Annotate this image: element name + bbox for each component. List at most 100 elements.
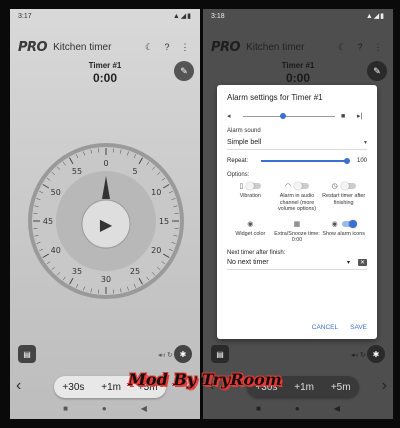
dial-number: 35 bbox=[72, 267, 82, 276]
keyboard-icon: ▦ bbox=[293, 220, 301, 228]
repeat-slider[interactable] bbox=[261, 158, 350, 164]
alarm-sound-value: Simple bell bbox=[227, 139, 262, 146]
stop-icon[interactable]: ■ bbox=[341, 113, 351, 120]
sound-indicator-icons: ◂◃ ↻ bbox=[158, 352, 173, 359]
back-icon[interactable]: ◀ bbox=[334, 404, 340, 413]
option-label: Vibration bbox=[239, 193, 261, 199]
system-nav-bar: ■ ● ◀ bbox=[10, 404, 200, 413]
option-label: Show alarm icons bbox=[322, 230, 365, 237]
alarm-sound-label: Alarm sound bbox=[227, 128, 261, 134]
option-audio-channel[interactable]: ◠ Alarm in audio channel (more volume op… bbox=[274, 181, 321, 213]
status-bar: 3:17 ▲◢▮ bbox=[10, 9, 200, 23]
option-restart-timer[interactable]: ◷ Restart timer after finishing bbox=[320, 181, 367, 213]
status-time: 3:18 bbox=[211, 12, 225, 20]
save-button[interactable]: SAVE bbox=[350, 324, 367, 331]
help-icon[interactable]: ? bbox=[353, 42, 367, 52]
dark-mode-icon[interactable]: ☾ bbox=[142, 42, 156, 53]
timer-list-button[interactable]: ▤ bbox=[18, 345, 36, 363]
dial-number: 55 bbox=[72, 167, 82, 176]
headphones-icon: ◠ bbox=[284, 183, 292, 190]
timer-dial[interactable]: 0 5 10 15 20 25 30 35 40 45 50 55 ▶ bbox=[26, 141, 186, 301]
status-icons: ▲◢▮ bbox=[365, 13, 385, 20]
palette-icon: ◉ bbox=[247, 220, 254, 228]
dial-number: 5 bbox=[132, 167, 137, 176]
chevron-down-icon: ▾ bbox=[346, 259, 350, 266]
dial-number: 0 bbox=[103, 159, 108, 168]
system-nav-bar: ■ ● ◀ bbox=[203, 404, 393, 413]
volume-icon[interactable]: ◂ bbox=[227, 112, 237, 120]
options-label: Options: bbox=[227, 172, 250, 178]
previous-timer-chevron[interactable]: ‹ bbox=[16, 377, 21, 395]
repeat-row: Repeat: 100 bbox=[227, 155, 367, 167]
next-timer-chevron[interactable]: › bbox=[382, 377, 387, 395]
vibration-toggle[interactable] bbox=[246, 182, 262, 190]
status-time: 3:17 bbox=[18, 12, 32, 20]
next-timer-select[interactable]: No next timer ▾ ✕ bbox=[227, 258, 367, 270]
alarm-sound-select[interactable]: Simple bell ▾ bbox=[227, 137, 367, 150]
add-1m-button[interactable]: +1m bbox=[291, 382, 317, 393]
play-icon[interactable]: ▶ bbox=[100, 215, 113, 234]
home-icon[interactable]: ● bbox=[102, 404, 107, 413]
help-icon[interactable]: ? bbox=[160, 42, 174, 52]
dial-number: 10 bbox=[151, 188, 161, 197]
volume-track[interactable] bbox=[243, 112, 335, 119]
more-options-icon[interactable]: ⋮ bbox=[371, 42, 385, 53]
options-grid: ▯ Vibration ◠ Alarm in audio channel (mo… bbox=[227, 181, 367, 244]
toggle-thumb bbox=[348, 219, 357, 228]
next-timer-value: No next timer bbox=[227, 258, 269, 266]
status-icons: ▲◢▮ bbox=[172, 13, 192, 20]
repeat-value: 100 bbox=[356, 158, 367, 164]
dark-mode-icon[interactable]: ☾ bbox=[335, 42, 349, 53]
recents-icon[interactable]: ■ bbox=[63, 404, 68, 413]
pro-logo: PRO bbox=[18, 39, 48, 55]
cancel-button[interactable]: CANCEL bbox=[312, 324, 338, 331]
next-timer-label: Next timer after finish: bbox=[227, 249, 286, 256]
watermark-text: Mod By TryRoom bbox=[128, 370, 282, 389]
repeat-label: Repeat: bbox=[227, 158, 249, 164]
recents-icon[interactable]: ■ bbox=[256, 404, 261, 413]
option-widget-color[interactable]: ◉ Widget color bbox=[227, 219, 274, 244]
add-5m-button[interactable]: +5m bbox=[328, 382, 354, 393]
dialog-title: Alarm settings for Timer #1 bbox=[227, 93, 323, 102]
dial-number: 25 bbox=[130, 267, 140, 276]
next-sound-icon[interactable]: ▸| bbox=[357, 112, 367, 120]
timer-label: Timer #1 bbox=[281, 61, 315, 70]
app-title: Kitchen timer bbox=[53, 41, 112, 53]
clear-icon[interactable]: ✕ bbox=[357, 258, 367, 266]
option-show-alarm-icons[interactable]: ◉ Show alarm icons bbox=[320, 219, 367, 244]
repeat-slider-knob[interactable] bbox=[344, 158, 350, 164]
timer-list-button[interactable]: ▤ bbox=[211, 345, 229, 363]
restart-toggle[interactable] bbox=[340, 182, 356, 190]
vibration-icon: ▯ bbox=[239, 183, 244, 190]
option-label: Widget color bbox=[235, 230, 266, 237]
sound-indicator-icons: ◂◃ ↻ bbox=[351, 352, 366, 359]
pro-logo: PRO bbox=[211, 39, 241, 55]
add-30s-button[interactable]: +30s bbox=[59, 382, 87, 393]
toggle-thumb bbox=[246, 182, 255, 190]
back-icon[interactable]: ◀ bbox=[141, 404, 147, 413]
edit-timer-button[interactable]: ✎ bbox=[367, 61, 387, 81]
dial-number: 20 bbox=[151, 246, 161, 255]
settings-button[interactable]: ✱ bbox=[367, 345, 385, 363]
audio-channel-toggle[interactable] bbox=[294, 182, 310, 190]
chevron-down-icon: ▾ bbox=[363, 140, 367, 146]
show-icons-toggle[interactable] bbox=[341, 219, 357, 228]
volume-knob[interactable] bbox=[279, 112, 286, 119]
app-bar: PRO Kitchen timer ☾ ? ⋮ bbox=[10, 35, 200, 59]
option-label: Extra/Snooze time: 0:00 bbox=[274, 230, 320, 244]
option-snooze-time[interactable]: ▦ Extra/Snooze time: 0:00 bbox=[274, 219, 321, 244]
left-phone-screen: 3:17 ▲◢▮ PRO Kitchen timer ☾ ? ⋮ Timer #… bbox=[10, 9, 200, 419]
option-vibration[interactable]: ▯ Vibration bbox=[227, 181, 274, 213]
dial-number: 40 bbox=[51, 246, 61, 255]
settings-button[interactable]: ✱ bbox=[174, 345, 192, 363]
timer-time: 0:00 bbox=[92, 71, 118, 85]
sound-preview-player: ◂ ■ ▸| bbox=[227, 110, 367, 122]
toggle-thumb bbox=[294, 182, 303, 190]
alarm-settings-dialog: Alarm settings for Timer #1 ◂ ■ ▸| Alarm… bbox=[217, 85, 377, 339]
status-bar: 3:18 ▲◢▮ bbox=[203, 9, 393, 23]
timer-label: Timer #1 bbox=[88, 61, 122, 70]
home-icon[interactable]: ● bbox=[295, 404, 300, 413]
app-title: Kitchen timer bbox=[246, 41, 305, 53]
more-options-icon[interactable]: ⋮ bbox=[178, 42, 192, 53]
edit-timer-button[interactable]: ✎ bbox=[174, 61, 194, 81]
